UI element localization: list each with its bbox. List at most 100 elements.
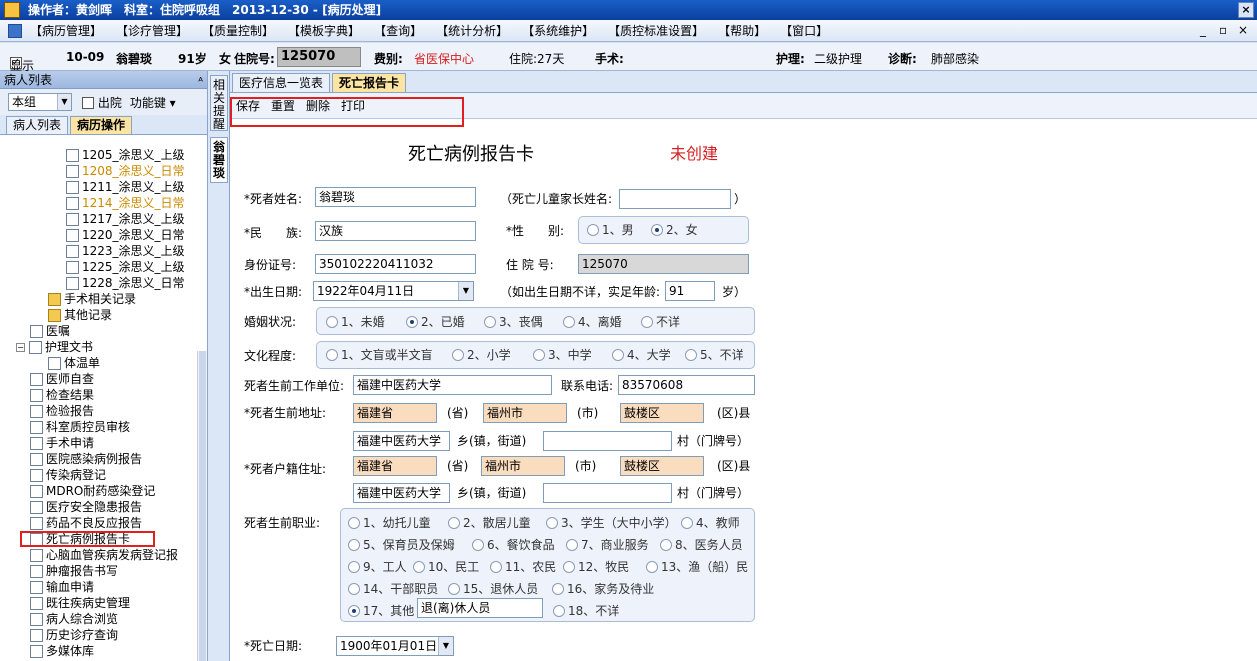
radio-icon[interactable] (552, 583, 564, 595)
occupation-option[interactable]: 12、牧民 (563, 559, 629, 575)
deceased-name-input[interactable]: 翁碧琰 (315, 187, 476, 207)
radio-icon[interactable] (660, 539, 672, 551)
occupation-option[interactable]: 10、民工 (413, 559, 479, 575)
tree-item[interactable]: 医疗安全隐患报告 (30, 499, 142, 515)
discharge-checkbox[interactable] (82, 97, 94, 109)
occupation-other-input[interactable]: 退(离)休人员 (417, 598, 543, 618)
radio-icon[interactable] (685, 349, 697, 361)
radio-icon[interactable] (326, 349, 338, 361)
tree-item[interactable]: 心脑血管疾病发病登记报 (30, 547, 178, 563)
tree-item[interactable]: 体温单 (48, 355, 100, 371)
menu-system-maint[interactable]: 【系统维护】 (522, 22, 594, 39)
menu-help[interactable]: 【帮助】 (718, 22, 766, 39)
birth-date-picker[interactable]: 1922年04月11日 ▼ (313, 281, 474, 301)
radio-icon[interactable] (348, 605, 360, 617)
tree-item[interactable]: 多媒体库 (30, 643, 94, 659)
group-select[interactable]: 本组 ▼ (8, 93, 72, 111)
marital-option[interactable]: 3、丧偶 (484, 314, 543, 330)
occupation-option[interactable]: 15、退休人员 (448, 581, 538, 597)
occupation-option[interactable]: 6、餐饮食品 (472, 537, 555, 553)
radio-icon[interactable] (566, 539, 578, 551)
tree-item[interactable]: 病人综合浏览 (30, 611, 118, 627)
tree-item[interactable]: 1214_涂思义_日常 (66, 195, 185, 211)
tree-item[interactable]: 医院感染病例报告 (30, 451, 142, 467)
tab-record-ops[interactable]: 病历操作 (70, 116, 133, 134)
workplace-input[interactable]: 福建中医药大学 (353, 375, 552, 395)
radio-icon[interactable] (484, 316, 496, 328)
sex-male-radio[interactable]: 1、男 (587, 222, 634, 238)
radio-icon[interactable] (448, 517, 460, 529)
restore-icon[interactable]: ▫ (1219, 23, 1227, 37)
tree-item[interactable]: 1220_涂思义_日常 (66, 227, 185, 243)
tree-item[interactable]: 1217_涂思义_上级 (66, 211, 185, 227)
tree-item[interactable]: − 护理文书 (16, 339, 93, 355)
radio-icon[interactable] (490, 561, 502, 573)
tree-item[interactable]: 手术申请 (30, 435, 94, 451)
occupation-option[interactable]: 3、学生（大中小学） (546, 515, 677, 531)
tree-item[interactable]: 传染病登记 (30, 467, 106, 483)
occupation-option[interactable]: 14、干部职员 (348, 581, 438, 597)
mdi-close-icon[interactable]: × (1238, 23, 1248, 37)
tree-item[interactable]: 1228_涂思义_日常 (66, 275, 185, 291)
age-input[interactable]: 91 (665, 281, 715, 301)
radio-icon[interactable] (563, 561, 575, 573)
education-option[interactable]: 1、文盲或半文盲 (326, 347, 433, 363)
occupation-option[interactable]: 2、散居儿童 (448, 515, 531, 531)
live-city-input[interactable]: 福州市 (483, 403, 567, 423)
collapse-icon[interactable]: − (16, 342, 25, 352)
radio-icon[interactable] (326, 316, 338, 328)
radio-icon[interactable] (472, 539, 484, 551)
marital-option[interactable]: 1、未婚 (326, 314, 385, 330)
id-number-input[interactable]: 350102220411032 (315, 254, 476, 274)
tree-item[interactable]: 1225_涂思义_上级 (66, 259, 185, 275)
tree-item[interactable]: 医嘱 (30, 323, 70, 339)
radio-icon[interactable] (646, 561, 658, 573)
live-town-input[interactable]: 福建中医药大学 (353, 431, 450, 451)
tree-item[interactable]: 1205_涂思义_上级 (66, 147, 185, 163)
discharge-toggle[interactable]: 出院 (82, 94, 122, 111)
chevron-down-icon[interactable]: ▼ (458, 282, 473, 300)
occupation-option[interactable]: 4、教师 (681, 515, 740, 531)
child-parent-input[interactable] (619, 189, 731, 209)
occupation-option[interactable]: 17、其他 (348, 603, 414, 619)
radio-icon[interactable] (413, 561, 425, 573)
radio-icon[interactable] (612, 349, 624, 361)
minimize-icon[interactable]: _ (1200, 23, 1206, 37)
occupation-option[interactable]: 5、保育员及保姆 (348, 537, 455, 553)
tab-medical-overview[interactable]: 医疗信息一览表 (232, 73, 331, 92)
occupation-option[interactable]: 11、农民 (490, 559, 556, 575)
menu-qc-standard[interactable]: 【质控标准设置】 (608, 22, 704, 39)
death-date-picker[interactable]: 1900年01月01日 ▼ (336, 636, 454, 656)
sex-female-radio[interactable]: 2、女 (651, 222, 698, 238)
menu-record-mgmt[interactable]: 【病历管理】 (30, 22, 102, 39)
live-village-input[interactable] (543, 431, 672, 451)
radio-icon[interactable] (452, 349, 464, 361)
menu-window[interactable]: 【窗口】 (780, 22, 828, 39)
tree-item[interactable]: 输血申请 (30, 579, 94, 595)
live-province-input[interactable]: 福建省 (353, 403, 437, 423)
occupation-option[interactable]: 1、幼托儿童 (348, 515, 431, 531)
tree-item[interactable]: MDRO耐药感染登记 (30, 483, 155, 499)
tree-item[interactable]: 1211_涂思义_上级 (66, 179, 185, 195)
menu-query[interactable]: 【查询】 (374, 22, 422, 39)
tree-item[interactable]: 医师自查 (30, 371, 94, 387)
tree-item[interactable]: 手术相关记录 (48, 291, 136, 307)
occupation-option[interactable]: 16、家务及待业 (552, 581, 654, 597)
tree-scrollbar[interactable] (197, 351, 207, 661)
menu-quality-control[interactable]: 【质量控制】 (202, 22, 274, 39)
radio-icon[interactable] (406, 316, 418, 328)
occupation-option[interactable]: 8、医务人员 (660, 537, 743, 553)
radio-icon[interactable] (348, 561, 360, 573)
tree-item[interactable]: 其他记录 (48, 307, 112, 323)
reg-town-input[interactable]: 福建中医药大学 (353, 483, 450, 503)
reg-city-input[interactable]: 福州市 (481, 456, 565, 476)
tab-death-report[interactable]: 死亡报告卡 (332, 73, 407, 92)
ethnic-input[interactable]: 汉族 (315, 221, 476, 241)
tree-item[interactable]: 1208_涂思义_日常 (66, 163, 185, 179)
education-option[interactable]: 3、中学 (533, 347, 592, 363)
tree-item[interactable]: 科室质控员审核 (30, 419, 130, 435)
tree-item[interactable]: 1223_涂思义_上级 (66, 243, 185, 259)
radio-icon[interactable] (533, 349, 545, 361)
window-close-icon[interactable]: × (1238, 2, 1254, 18)
radio-icon[interactable] (553, 605, 565, 617)
